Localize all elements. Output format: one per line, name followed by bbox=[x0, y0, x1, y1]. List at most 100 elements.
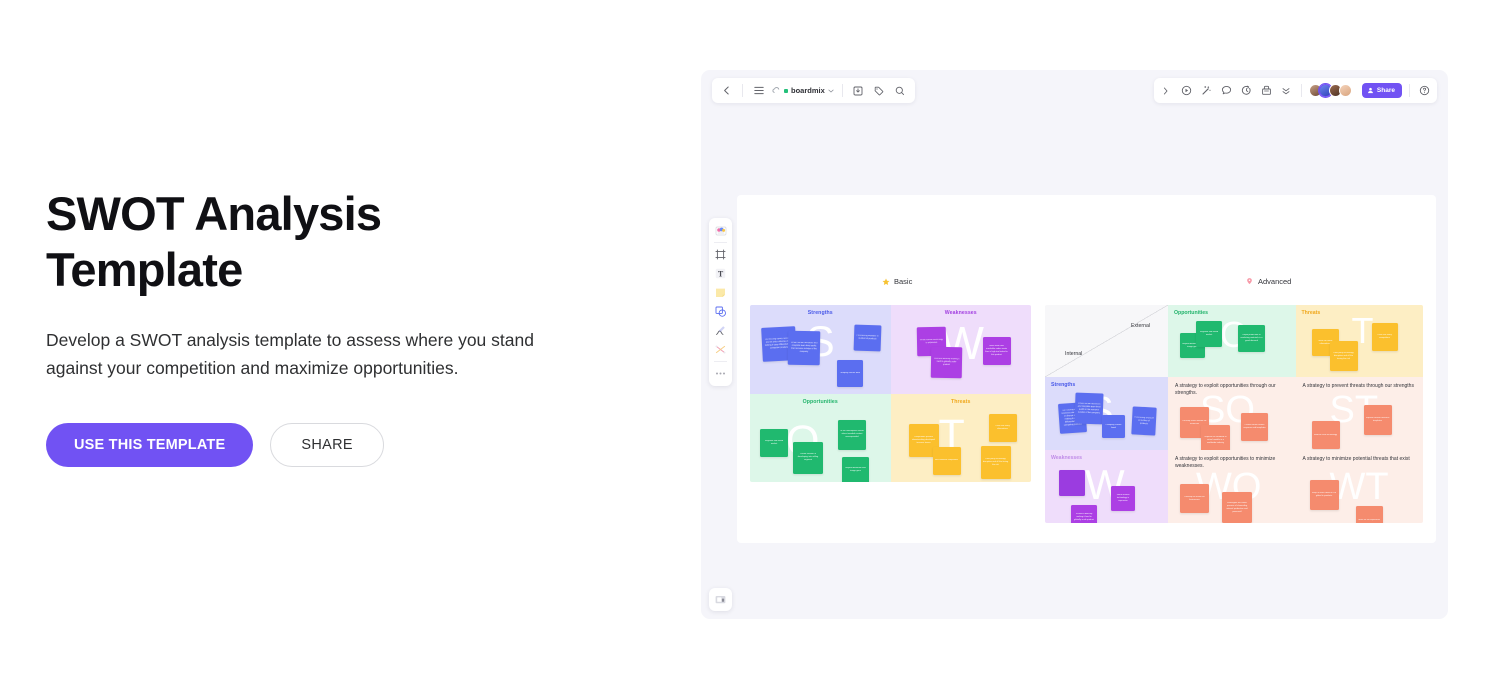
upload-bank-icon[interactable] bbox=[1259, 83, 1274, 98]
row-header-strengths[interactable]: Strengths S Our existing material resour… bbox=[1045, 377, 1168, 450]
divider bbox=[714, 242, 727, 243]
so-strategy-cell[interactable]: A strategy to exploit opportunities thro… bbox=[1168, 377, 1296, 450]
expand-chevron-icon[interactable] bbox=[1159, 83, 1174, 98]
sticky-note-text: New software competitors bbox=[934, 459, 959, 461]
advanced-tows-matrix[interactable]: External Internal Opportunities O Beyond… bbox=[1045, 305, 1423, 523]
magic-wand-icon[interactable] bbox=[1199, 83, 1214, 98]
sticky-note[interactable]: Company culture bond bbox=[837, 360, 863, 387]
sticky-note[interactable]: Develop the online for businesses bbox=[1180, 484, 1209, 513]
shape-tool[interactable] bbox=[712, 303, 729, 320]
frame-tool[interactable] bbox=[712, 246, 729, 263]
sticky-note[interactable]: Company culture bond bbox=[1102, 415, 1125, 438]
wt-strategy-cell[interactable]: A strategy to minimize potential threats… bbox=[1295, 450, 1423, 523]
minimap-toggle[interactable] bbox=[709, 588, 732, 611]
text-tool[interactable]: T bbox=[712, 265, 729, 282]
sticky-note-text: Virtual human technology is expensive bbox=[1116, 494, 1130, 502]
column-header-threats[interactable]: Threats T There are many alternatives Da… bbox=[1295, 305, 1423, 377]
save-icon[interactable] bbox=[851, 83, 866, 98]
quadrant-label: Opportunities bbox=[802, 398, 838, 405]
quadrant-weaknesses[interactable]: Weaknesses W Virtual human technology is… bbox=[890, 305, 1031, 394]
sticky-note-tool[interactable] bbox=[712, 284, 729, 301]
sticky-note-text: Technical difficulty making it hard to g… bbox=[933, 357, 959, 367]
sticky-note[interactable]: Virtual human technology is expensive bbox=[1111, 486, 1135, 511]
hamburger-menu-icon[interactable] bbox=[751, 83, 766, 98]
sticky-note[interactable]: Technical difficulty making it hard to g… bbox=[930, 346, 962, 379]
select-sticker-tool[interactable] bbox=[712, 222, 729, 239]
sticky-note-text: Create another in developing into sellin… bbox=[797, 453, 819, 461]
diagonal-divider bbox=[1045, 305, 1168, 377]
sticky-note[interactable]: Forecasting available in number of produ… bbox=[853, 324, 882, 352]
avatar[interactable] bbox=[1338, 84, 1352, 97]
page-root: SWOT Analysis Template Develop a SWOT an… bbox=[0, 0, 1500, 700]
sticky-note[interactable]: Beyond demands and image goes bbox=[842, 456, 869, 482]
page-description: Develop a SWOT analysis template to asse… bbox=[46, 330, 534, 378]
share-board-button[interactable]: Share bbox=[1361, 83, 1402, 98]
quadrant-strengths[interactable]: Strengths S Our existing loyalty resourc… bbox=[750, 305, 891, 394]
more-options-icon[interactable] bbox=[1279, 83, 1294, 98]
sticky-note[interactable]: Regional and broad market bbox=[760, 428, 788, 457]
basic-swot-matrix[interactable]: Strengths S Our existing loyalty resourc… bbox=[750, 305, 1031, 482]
sticky-note[interactable]: There are many alternatives bbox=[988, 413, 1017, 442]
sticky-note-text: Company culture bond bbox=[839, 372, 861, 374]
sticky-note[interactable]: New software competitors bbox=[932, 446, 961, 475]
sticky-note[interactable]: Rapid production of marketing materials … bbox=[1238, 325, 1265, 352]
advanced-flag-icon bbox=[1247, 278, 1252, 285]
quadrant-opportunities[interactable]: Opportunities O Regional and broad marke… bbox=[750, 393, 891, 482]
search-icon[interactable] bbox=[893, 83, 908, 98]
more-tools[interactable] bbox=[712, 365, 729, 382]
cloud-icon bbox=[772, 87, 780, 93]
svg-text:T: T bbox=[718, 269, 724, 278]
sticky-note[interactable]: Focus on our experience bbox=[1355, 506, 1383, 523]
sticky-note[interactable]: Create another in developing into sellin… bbox=[793, 441, 823, 474]
sticky-note-text: Data party technology disruption and all… bbox=[1333, 351, 1354, 360]
timer-icon[interactable] bbox=[1239, 83, 1254, 98]
sticky-note-text: Rapid production of marketing materials … bbox=[1240, 334, 1263, 342]
board-canvas[interactable]: Basic Advanced Strengths S Our existing … bbox=[737, 195, 1436, 543]
sticky-note[interactable]: Reduce costs technology bbox=[1311, 421, 1340, 449]
column-header-opportunities[interactable]: Opportunities O Beyond demands and image… bbox=[1168, 305, 1296, 377]
quadrant-threats[interactable]: Threats T Competitors present downtrendi… bbox=[890, 393, 1031, 482]
document-name-dropdown[interactable]: boardmix bbox=[772, 86, 834, 95]
cell-label: Weaknesses bbox=[1051, 455, 1083, 461]
sticky-note-text: Improve the standard of virtual models i… bbox=[1204, 435, 1227, 444]
row-header-weaknesses[interactable]: Weaknesses W Virtual human technology is… bbox=[1045, 450, 1168, 523]
use-this-template-button[interactable]: USE THIS TEMPLATE bbox=[46, 423, 254, 467]
sticky-note-text: Data party technology disruption and all… bbox=[982, 457, 1009, 466]
divider bbox=[841, 84, 843, 97]
sticky-note-text: Reduce costs technology bbox=[1313, 433, 1338, 436]
sticky-note[interactable]: Virtual human resources and complete tea… bbox=[787, 330, 821, 366]
sticky-note[interactable]: Improve transfer resource templates bbox=[1363, 405, 1392, 435]
play-circle-icon[interactable] bbox=[1179, 83, 1194, 98]
pen-tool[interactable] bbox=[712, 322, 729, 339]
sticky-note[interactable]: Investigate the whole process of channel… bbox=[1222, 492, 1252, 523]
back-icon[interactable] bbox=[719, 83, 734, 98]
sticky-note[interactable]: Keep in touch about if it to global in p… bbox=[1309, 480, 1339, 510]
sticky-note[interactable]: Improve the standard of virtual models i… bbox=[1201, 425, 1230, 450]
sticky-note[interactable]: Regional and broad market bbox=[1196, 321, 1222, 347]
sticky-note[interactable]: Data party technology disruption and all… bbox=[980, 445, 1011, 479]
sticky-note[interactable]: Sales team and reachable under wants flo… bbox=[982, 337, 1011, 365]
share-button[interactable]: SHARE bbox=[270, 423, 384, 467]
sticky-note[interactable]: Virtual human resources and complete tea… bbox=[1074, 392, 1104, 425]
basic-section-heading: Basic bbox=[882, 277, 912, 286]
sticky-note[interactable]: There are many competitors bbox=[1371, 323, 1398, 351]
sticky-note[interactable]: Data party technology disruption and all… bbox=[1329, 341, 1358, 371]
help-circle-icon[interactable] bbox=[1417, 83, 1432, 98]
sticky-note[interactable]: Create virtual content response and temp… bbox=[1241, 413, 1268, 441]
advanced-section-heading: Advanced bbox=[1245, 277, 1291, 286]
tag-icon[interactable] bbox=[872, 83, 887, 98]
comment-bubble-icon[interactable] bbox=[1219, 83, 1234, 98]
st-strategy-cell[interactable]: A strategy to prevent threats through ou… bbox=[1295, 377, 1423, 450]
sticky-note[interactable] bbox=[1059, 470, 1085, 496]
sticky-note[interactable]: In the marketplace would attract needed … bbox=[838, 419, 866, 450]
sticky-note-text: Forecasting available in number of produ… bbox=[856, 334, 879, 341]
sticky-note-text: Virtual human technology is expensive bbox=[919, 338, 943, 344]
sticky-note[interactable]: Technical difficulty making it hard to g… bbox=[1071, 505, 1097, 523]
sticky-note-text: Technical difficulty making it hard to g… bbox=[1074, 512, 1094, 521]
wo-strategy-cell[interactable]: A strategy to exploit opportunities to m… bbox=[1168, 450, 1296, 523]
connector-tool[interactable] bbox=[712, 341, 729, 358]
strategy-description: A strategy to minimize potential threats… bbox=[1302, 456, 1410, 462]
hero-section: SWOT Analysis Template Develop a SWOT an… bbox=[46, 186, 646, 467]
sticky-note[interactable]: Forecasting available in number of produ… bbox=[1131, 406, 1157, 436]
axis-label-internal: Internal bbox=[1065, 351, 1083, 357]
